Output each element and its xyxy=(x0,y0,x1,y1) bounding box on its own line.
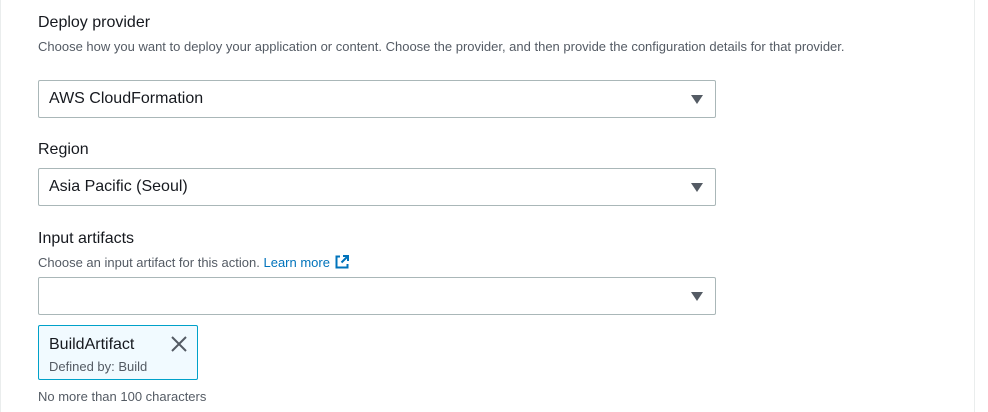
learn-more-link[interactable]: Learn more xyxy=(263,255,349,270)
learn-more-label: Learn more xyxy=(263,255,330,270)
caret-down-icon xyxy=(691,183,703,192)
input-artifacts-label: Input artifacts xyxy=(38,230,135,247)
input-artifacts-select[interactable] xyxy=(38,277,716,315)
artifact-token-defined-by: Defined by: Build xyxy=(49,359,148,374)
input-artifacts-hint: No more than 100 characters xyxy=(38,389,207,404)
artifact-token: BuildArtifact Defined by: Build xyxy=(38,325,198,380)
deploy-provider-select[interactable]: AWS CloudFormation xyxy=(38,80,716,118)
caret-down-icon xyxy=(691,292,703,301)
input-artifacts-description-text: Choose an input artifact for this action… xyxy=(38,255,260,270)
deploy-provider-value: AWS CloudFormation xyxy=(49,90,204,107)
panel-border-right xyxy=(974,0,975,412)
external-link-icon xyxy=(335,255,349,269)
deploy-provider-label: Deploy provider xyxy=(38,14,151,31)
region-select[interactable]: Asia Pacific (Seoul) xyxy=(38,168,716,206)
caret-down-icon xyxy=(691,95,703,104)
artifact-token-name: BuildArtifact xyxy=(49,336,135,353)
panel-border-left xyxy=(0,0,1,412)
region-value: Asia Pacific (Seoul) xyxy=(49,178,188,195)
deploy-provider-description: Choose how you want to deploy your appli… xyxy=(38,39,845,54)
input-artifacts-description: Choose an input artifact for this action… xyxy=(38,253,918,272)
region-label: Region xyxy=(38,141,89,158)
close-icon[interactable] xyxy=(170,335,188,353)
deploy-stage-form: Deploy provider Choose how you want to d… xyxy=(0,0,988,412)
